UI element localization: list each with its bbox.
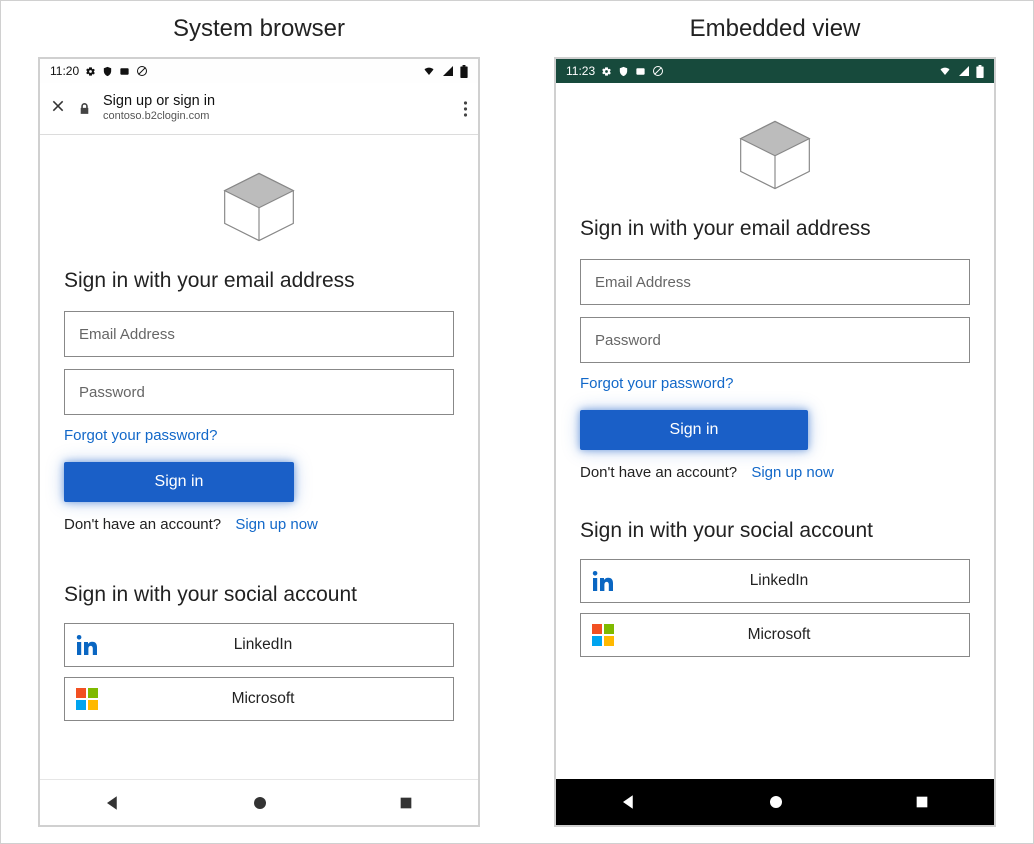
shield-icon: [102, 66, 113, 77]
email-placeholder: Email Address: [79, 326, 175, 343]
shield-icon: [618, 66, 629, 77]
app-logo: [580, 119, 970, 191]
signin-heading: Sign in with your email address: [580, 217, 970, 241]
signin-heading: Sign in with your email address: [64, 269, 454, 293]
nav-home-icon[interactable]: [251, 794, 269, 812]
settings-icon: [85, 66, 96, 77]
signup-link[interactable]: Sign up now: [751, 464, 834, 481]
battery-icon: [976, 65, 984, 78]
password-placeholder: Password: [79, 384, 145, 401]
nav-back-icon[interactable]: [620, 793, 638, 811]
signin-content: Sign in with your email address Email Ad…: [40, 135, 478, 779]
card-icon: [635, 66, 646, 77]
password-field[interactable]: Password: [580, 317, 970, 363]
social-heading: Sign in with your social account: [580, 519, 970, 543]
no-location-icon: [136, 65, 148, 77]
wifi-icon: [422, 65, 436, 77]
microsoft-button[interactable]: Microsoft: [64, 677, 454, 721]
signin-content: Sign in with your email address Email Ad…: [556, 83, 994, 779]
signin-button[interactable]: Sign in: [64, 462, 294, 502]
settings-icon: [601, 66, 612, 77]
password-placeholder: Password: [595, 332, 661, 349]
password-field[interactable]: Password: [64, 369, 454, 415]
linkedin-icon: [65, 633, 109, 657]
email-field[interactable]: Email Address: [64, 311, 454, 357]
address-text[interactable]: Sign up or sign in contoso.b2clogin.com: [103, 94, 451, 122]
android-navbar: [40, 779, 478, 825]
microsoft-button[interactable]: Microsoft: [580, 613, 970, 657]
wifi-icon: [938, 65, 952, 77]
no-account-label: Don't have an account?: [64, 516, 221, 533]
linkedin-icon: [581, 569, 625, 593]
signup-link[interactable]: Sign up now: [235, 516, 318, 533]
signin-button[interactable]: Sign in: [580, 410, 808, 450]
forgot-password-link[interactable]: Forgot your password?: [64, 427, 454, 444]
linkedin-button[interactable]: LinkedIn: [64, 623, 454, 667]
overflow-icon[interactable]: [463, 100, 468, 118]
status-bar: 11:20: [40, 59, 478, 83]
nav-back-icon[interactable]: [104, 794, 122, 812]
microsoft-icon: [65, 688, 109, 710]
microsoft-label: Microsoft: [109, 690, 453, 708]
phone-frame-browser: 11:20 Sign up or sign in contoso.b: [38, 57, 480, 827]
address-bar: Sign up or sign in contoso.b2clogin.com: [40, 83, 478, 135]
signal-icon: [958, 65, 970, 77]
microsoft-label: Microsoft: [625, 626, 969, 644]
phone-frame-embedded: 11:23 Sign in with your email address: [554, 57, 996, 827]
nav-home-icon[interactable]: [767, 793, 785, 811]
page-domain: contoso.b2clogin.com: [103, 110, 451, 122]
signup-row: Don't have an account? Sign up now: [580, 464, 970, 481]
battery-icon: [460, 65, 468, 78]
signup-row: Don't have an account? Sign up now: [64, 516, 454, 533]
android-navbar: [556, 779, 994, 825]
no-account-label: Don't have an account?: [580, 464, 737, 481]
system-browser-column: System browser 11:20: [38, 15, 480, 827]
clock: 11:20: [50, 64, 79, 78]
social-heading: Sign in with your social account: [64, 583, 454, 607]
email-field[interactable]: Email Address: [580, 259, 970, 305]
column-title-right: Embedded view: [690, 15, 861, 43]
lock-icon: [78, 102, 91, 116]
close-icon[interactable]: [50, 97, 66, 120]
linkedin-button[interactable]: LinkedIn: [580, 559, 970, 603]
embedded-view-column: Embedded view 11:23: [554, 15, 996, 827]
signal-icon: [442, 65, 454, 77]
no-location-icon: [652, 65, 664, 77]
nav-recent-icon[interactable]: [914, 794, 930, 810]
nav-recent-icon[interactable]: [398, 795, 414, 811]
column-title-left: System browser: [173, 15, 345, 43]
status-bar: 11:23: [556, 59, 994, 83]
app-logo: [64, 171, 454, 243]
card-icon: [119, 66, 130, 77]
linkedin-label: LinkedIn: [109, 636, 453, 654]
clock: 11:23: [566, 64, 595, 78]
comparison-container: System browser 11:20: [0, 0, 1034, 844]
linkedin-label: LinkedIn: [625, 572, 969, 590]
email-placeholder: Email Address: [595, 274, 691, 291]
page-title: Sign up or sign in: [103, 94, 451, 110]
forgot-password-link[interactable]: Forgot your password?: [580, 375, 970, 392]
microsoft-icon: [581, 624, 625, 646]
